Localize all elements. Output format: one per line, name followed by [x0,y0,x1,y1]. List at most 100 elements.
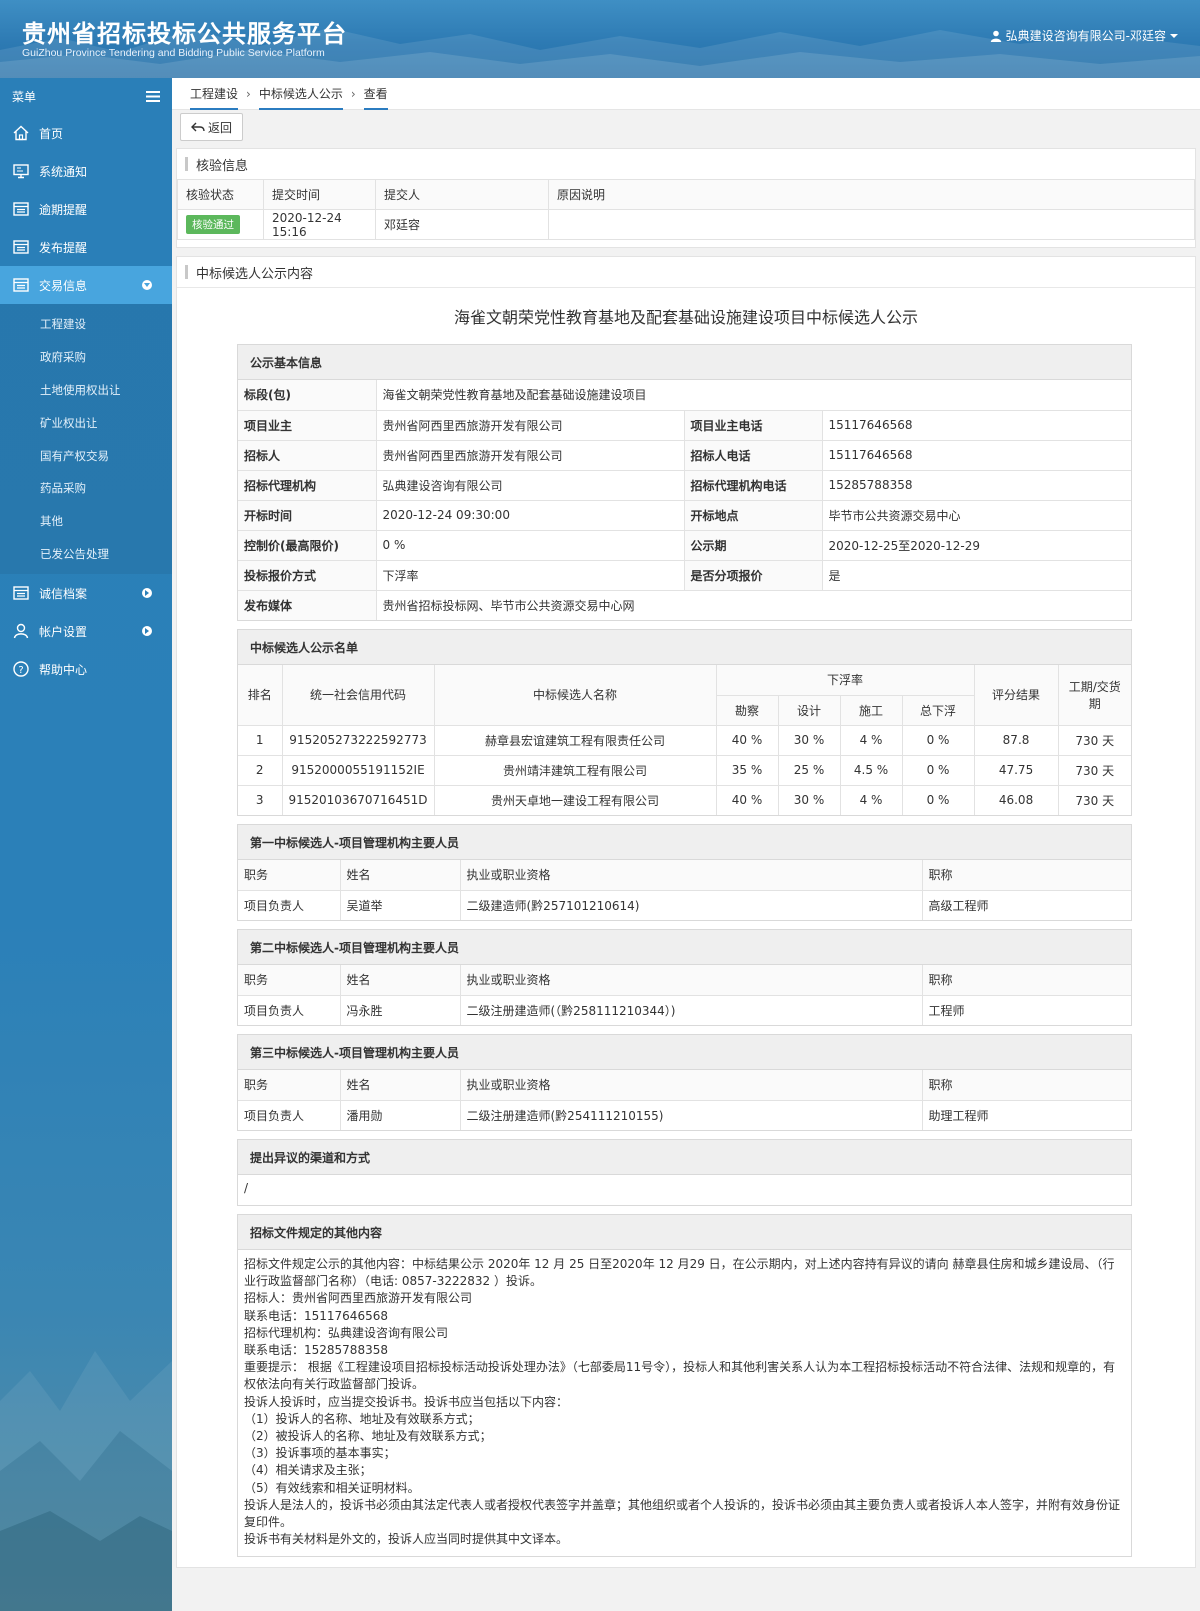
verify-panel-title: 核验信息 [177,149,1195,179]
staff-col-name: 姓名 [339,964,461,996]
basic-label: 控制价(最高限价) [237,529,377,561]
cell-build: 4 % [839,784,903,816]
site-subtitle: GuiZhou Province Tendering and Bidding P… [22,47,325,59]
staff-col-role: 职务 [237,1069,341,1101]
user-menu[interactable]: 弘典建设咨询有限公司-邓廷容 [990,27,1178,44]
basic-value: 15117646568 [821,409,1132,441]
user-icon [12,622,30,640]
cell-design: 30 % [777,724,841,756]
other-line: （1）投诉人的名称、地址及有效联系方式； [244,1411,480,1426]
verify-header-status: 核验状态 [177,179,264,210]
staff-role: 项目负责人 [237,1099,341,1131]
basic-value: 贵州省阿西里西旅游开发有限公司 [375,439,685,471]
chevron-right-icon [142,588,152,599]
basic-value: 下浮率 [375,559,685,591]
sidebar-subitem-drug[interactable]: 药品采购 [0,472,172,505]
sidebar-item-notice[interactable]: 系统通知 [0,152,172,190]
sidebar-subitem-sent[interactable]: 已发公告处理 [0,538,172,571]
staff-col-title: 职称 [921,1069,1132,1101]
sidebar-subitem-engineering[interactable]: 工程建设 [0,308,172,341]
sidebar-item-home[interactable]: 首页 [0,114,172,152]
basic-label: 项目业主 [237,409,377,441]
sidebar-submenu: 工程建设 政府采购 土地使用权出让 矿业权出让 国有产权交易 药品采购 其他 已… [0,304,172,575]
objection-section: 提出异议的渠道和方式 / [237,1139,1132,1206]
breadcrumb-item-engineering[interactable]: 工程建设 [190,77,239,110]
other-line: 招标代理机构：弘典建设咨询有限公司 [244,1325,449,1340]
sidebar-header: 菜单 [0,78,172,114]
staff-qualification: 二级注册建造师(（黔258111210344）) [459,994,923,1026]
basic-value: 2020-12-25至2020-12-29 [821,529,1132,561]
sidebar-item-label: 系统通知 [39,164,88,179]
sidebar: 菜单 首页 系统通知 逾期提醒 发布提醒 交易信息 工程建设 政府采购 土地使用… [0,78,172,1611]
col-score: 评分结果 [973,664,1059,726]
content-title: 中标候选人公示内容 [196,266,314,282]
staff-section-first: 第一中标候选人-项目管理机构主要人员 职务 姓名 执业或职业资格 职称 项目负责… [237,824,1132,921]
breadcrumb-item-candidates[interactable]: 中标候选人公示 [258,77,343,110]
table-row: 2 9152000055191152IE 贵州靖沣建筑工程有限公司 35 % 2… [237,754,1132,786]
staff-col-name: 姓名 [339,1069,461,1101]
table-row: 项目负责人 冯永胜 二级注册建造师(（黔258111210344）) 工程师 [237,994,1132,1026]
verify-status-cell: 核验通过 [177,209,264,240]
sidebar-subitem-other[interactable]: 其他 [0,505,172,538]
staff-role: 项目负责人 [237,889,341,921]
sidebar-subitem-mining[interactable]: 矿业权出让 [0,406,172,439]
staff-col-title: 职称 [921,964,1132,996]
other-line: 投诉人投诉时，应当提交投诉书。投诉书应当包括以下内容： [244,1394,569,1409]
toolbar: 返回 [172,110,1200,144]
section-label: 标段(包) [237,379,377,411]
basic-label: 开标地点 [683,499,823,531]
svg-text:?: ? [18,665,23,676]
basic-label: 招标人电话 [683,439,823,471]
basic-value: 15285788358 [821,469,1132,501]
staff-table: 职务 姓名 执业或职业资格 职称 项目负责人 吴道举 二级建造师(黔257101… [237,859,1132,921]
staff-head: 第一中标候选人-项目管理机构主要人员 [238,825,1131,860]
sidebar-item-label: 发布提醒 [39,240,88,255]
col-rate: 下浮率 [715,664,975,696]
staff-section-second: 第二中标候选人-项目管理机构主要人员 职务 姓名 执业或职业资格 职称 项目负责… [237,929,1132,1026]
status-badge: 核验通过 [186,215,240,234]
hamburger-icon[interactable] [146,90,160,102]
staff-name: 冯永胜 [339,994,461,1026]
other-line: （2）被投诉人的名称、地址及有效联系方式； [244,1429,492,1444]
basic-value: 2020-12-24 09:30:00 [375,499,685,531]
basic-info-section: 公示基本信息 标段(包) 海雀文朝荣党性教育基地及配套基础设施建设项目 项目业主… [237,344,1132,621]
sidebar-item-help[interactable]: ? 帮助中心 [0,650,172,688]
other-line: 投诉人是法人的，投诉书必须由其法定代表人或者授权代表签字并盖章；其他组织或者个人… [244,1497,1121,1530]
back-button[interactable]: 返回 [180,113,244,141]
media-label: 发布媒体 [237,589,377,621]
back-button-label: 返回 [208,120,233,135]
staff-col-name: 姓名 [339,859,461,891]
sidebar-item-trade[interactable]: 交易信息 [0,266,172,304]
cell-total: 0 % [901,754,975,786]
candidates-table: 排名 统一社会信用代码 中标候选人名称 下浮率 评分结果 工期/交货期 勘察 设… [237,664,1132,816]
cell-score: 87.8 [973,724,1059,756]
basic-value: 是 [821,559,1132,591]
objection-value: / [244,1181,249,1195]
table-row: 项目负责人 吴道举 二级建造师(黔257101210614) 高级工程师 [237,889,1132,921]
verify-header-time: 提交时间 [263,179,376,210]
sidebar-item-credit[interactable]: 诚信档案 [0,574,172,612]
staff-col-qualification: 执业或职业资格 [459,964,923,996]
breadcrumb-separator-icon: › [350,86,356,101]
col-build: 施工 [839,694,903,726]
cell-name: 贵州天卓地一建设工程有限公司 [433,784,717,816]
staff-title: 助理工程师 [921,1099,1132,1131]
cell-period: 730 天 [1057,724,1132,756]
sidebar-subitem-land[interactable]: 土地使用权出让 [0,374,172,407]
verify-panel: 核验信息 核验状态 提交时间 提交人 原因说明 核验通过 2020-12-24 … [176,148,1196,248]
basic-info-row: 开标时间 2020-12-24 09:30:00 开标地点 毕节市公共资源交易中… [237,499,1132,531]
sidebar-item-label: 交易信息 [39,278,88,293]
staff-head: 第三中标候选人-项目管理机构主要人员 [238,1035,1131,1070]
breadcrumb-separator-icon: › [246,86,251,101]
staff-head: 第二中标候选人-项目管理机构主要人员 [238,930,1131,965]
sidebar-item-publish[interactable]: 发布提醒 [0,228,172,266]
sidebar-subitem-gov-purchase[interactable]: 政府采购 [0,341,172,374]
table-row: 项目负责人 潘用勋 二级注册建造师(黔254111210155) 助理工程师 [237,1099,1132,1131]
chevron-down-icon [142,280,152,290]
other-line: 招标文件规定公示的其他内容：中标结果公示 2020年 12 月 25 日至202… [244,1257,1115,1289]
sidebar-item-account[interactable]: 帐户设置 [0,612,172,650]
sidebar-item-overdue[interactable]: 逾期提醒 [0,190,172,228]
other-content-section: 招标文件规定的其他内容 招标文件规定公示的其他内容：中标结果公示 2020年 1… [237,1214,1132,1558]
other-line: 投诉书有关材料是外文的，投诉人应当同时提供其中文译本。 [244,1532,569,1547]
sidebar-subitem-state-property[interactable]: 国有产权交易 [0,439,172,472]
